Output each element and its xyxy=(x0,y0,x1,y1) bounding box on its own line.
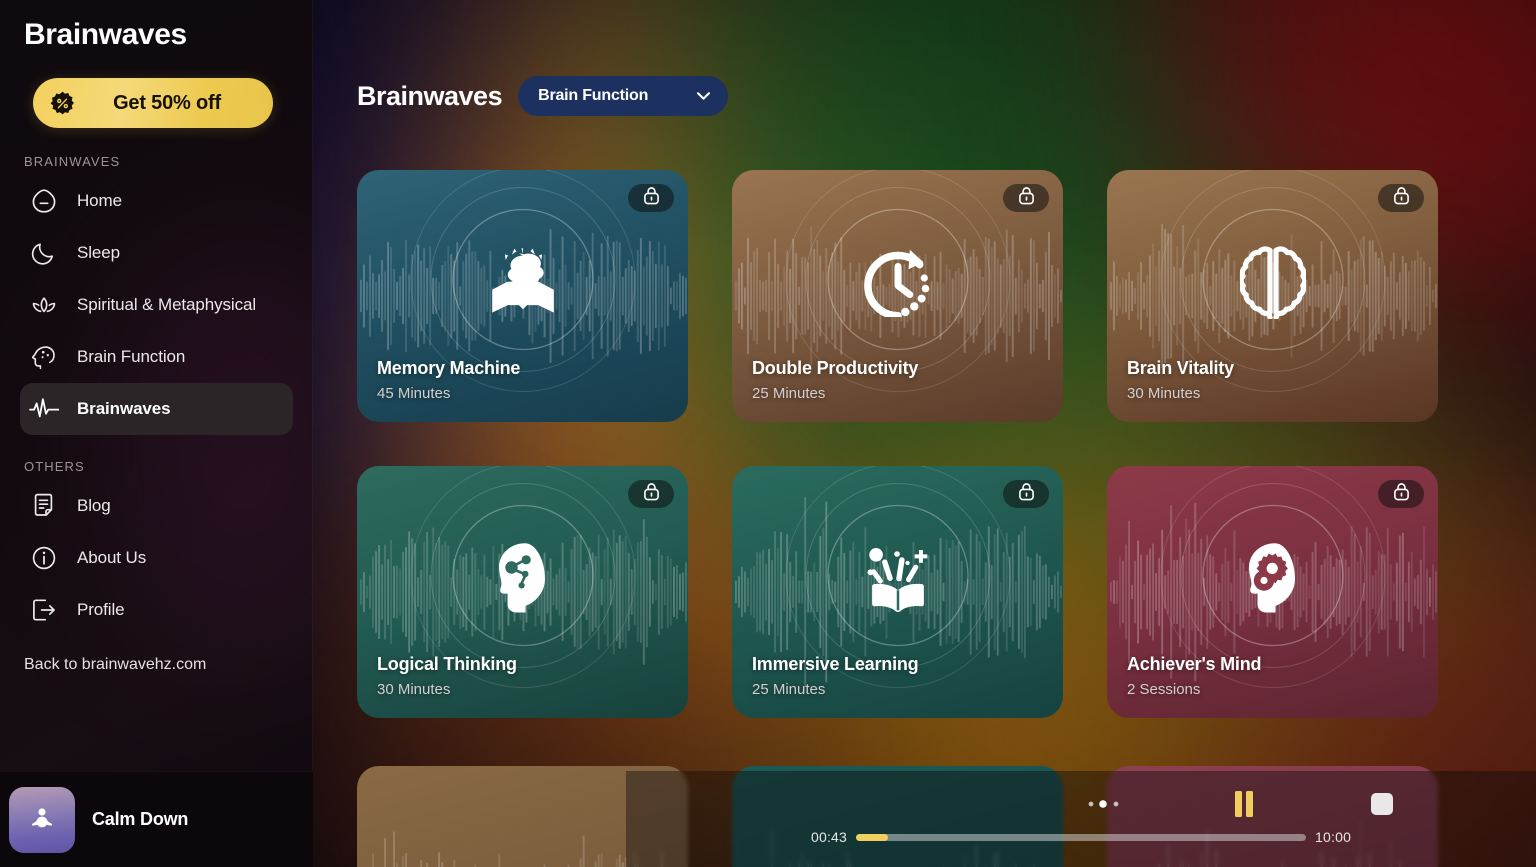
card-meta: Logical Thinking 30 Minutes xyxy=(377,654,517,698)
session-card[interactable]: Immersive Learning 25 Minutes xyxy=(732,466,1063,718)
card-subtitle: 30 Minutes xyxy=(377,681,451,698)
sidebar-item-profile[interactable]: Profile xyxy=(20,584,293,636)
promo-button[interactable]: Get 50% off xyxy=(33,78,273,128)
sidebar-item-label: Profile xyxy=(77,600,125,619)
lock-badge[interactable] xyxy=(628,184,674,212)
player-bar: 00:43 10:00 xyxy=(626,771,1536,867)
session-card-grid: Memory Machine 45 Minutes Double Productiv… xyxy=(357,170,1438,718)
session-card[interactable]: Double Productivity 25 Minutes xyxy=(732,170,1063,422)
head-gears-icon xyxy=(1236,541,1310,615)
clock-arrow-icon xyxy=(861,245,935,319)
more-dots-icon[interactable] xyxy=(1082,792,1126,816)
brain-icon xyxy=(1236,245,1310,319)
meditating-person-icon xyxy=(31,807,53,827)
card-subtitle: 45 Minutes xyxy=(377,385,451,402)
player-progress-row: 00:43 10:00 xyxy=(811,829,1351,845)
app-root: Brainwaves Brain Function Memory Machine… xyxy=(0,0,1536,867)
current-time-label: 00:43 xyxy=(811,829,848,845)
sidebar: Brainwaves Get 50% off BRAINWAVES Home Sl… xyxy=(0,0,313,867)
lock-badge[interactable] xyxy=(1378,480,1424,508)
lock-badge[interactable] xyxy=(1003,184,1049,212)
sidebar-item-label: About Us xyxy=(77,548,147,567)
card-title: Brain Vitality xyxy=(1127,358,1234,378)
percent-badge-icon xyxy=(49,90,75,116)
now-playing-thumbnail xyxy=(9,786,75,853)
now-playing-title: Calm Down xyxy=(92,809,189,829)
card-subtitle: 25 Minutes xyxy=(752,681,826,698)
card-meta: Double Productivity 25 Minutes xyxy=(752,358,918,402)
session-card[interactable]: Brain Vitality 30 Minutes xyxy=(1107,170,1438,422)
lock-icon xyxy=(1018,482,1035,506)
card-meta: Immersive Learning 25 Minutes xyxy=(752,654,919,698)
sidebar-item-about-us[interactable]: About Us xyxy=(20,532,293,584)
sidebar-item-spiritual-metaphysical[interactable]: Spiritual & Metaphysical xyxy=(20,279,293,331)
sidebar-item-label: Blog xyxy=(77,496,111,515)
card-title: Achiever's Mind xyxy=(1127,654,1262,674)
lock-icon xyxy=(643,186,660,210)
session-card[interactable]: Logical Thinking 30 Minutes xyxy=(357,466,688,718)
card-subtitle: 2 Sessions xyxy=(1127,681,1201,698)
sidebar-item-label: Spiritual & Metaphysical xyxy=(77,295,257,314)
card-subtitle: 30 Minutes xyxy=(1127,385,1201,402)
card-title: Double Productivity xyxy=(752,358,919,378)
sidebar-section-others: OTHERS xyxy=(24,459,85,474)
home-icon xyxy=(29,186,59,216)
card-meta: Brain Vitality 30 Minutes xyxy=(1127,358,1234,402)
promo-label: Get 50% off xyxy=(113,91,221,114)
card-title: Logical Thinking xyxy=(377,654,517,674)
lock-badge[interactable] xyxy=(1003,480,1049,508)
session-card[interactable]: Memory Machine 45 Minutes xyxy=(357,170,688,422)
sidebar-item-home[interactable]: Home xyxy=(20,175,293,227)
card-title: Memory Machine xyxy=(377,358,521,378)
chevron-down-icon xyxy=(696,89,710,103)
info-circle-icon xyxy=(29,543,59,573)
sidebar-item-label: Brain Function xyxy=(77,347,186,366)
document-icon xyxy=(29,491,59,521)
main-content: Brainwaves Brain Function Memory Machine… xyxy=(313,0,1536,867)
app-brand: Brainwaves xyxy=(24,18,187,51)
lock-icon xyxy=(1018,186,1035,210)
head-brain-icon xyxy=(29,342,59,372)
now-playing-strip[interactable]: Calm Down xyxy=(0,771,313,867)
sidebar-item-label: Brainwaves xyxy=(77,399,171,418)
open-book-spark-icon xyxy=(861,541,935,615)
sidebar-others-list: Blog About Us Profile xyxy=(0,480,313,636)
card-title: Immersive Learning xyxy=(752,654,919,674)
stop-button[interactable] xyxy=(1370,792,1394,816)
sidebar-item-label: Home xyxy=(77,191,122,210)
progress-slider[interactable] xyxy=(856,833,1307,841)
back-to-site-link[interactable]: Back to brainwavehz.com xyxy=(0,636,313,674)
lock-icon xyxy=(1393,186,1410,210)
category-filter-value: Brain Function xyxy=(538,87,649,104)
lock-icon xyxy=(643,482,660,506)
sidebar-item-sleep[interactable]: Sleep xyxy=(20,227,293,279)
lotus-icon xyxy=(29,290,59,320)
waveform-icon xyxy=(29,394,59,424)
content-header: Brainwaves Brain Function xyxy=(313,0,1536,116)
pause-button[interactable] xyxy=(1226,791,1262,817)
card-subtitle: 25 Minutes xyxy=(752,385,826,402)
session-card[interactable]: Achiever's Mind 2 Sessions xyxy=(1107,466,1438,718)
sidebar-item-label: Sleep xyxy=(77,243,120,262)
card-meta: Memory Machine 45 Minutes xyxy=(377,358,520,402)
sidebar-item-blog[interactable]: Blog xyxy=(20,480,293,532)
head-network-icon xyxy=(486,541,560,615)
player-controls xyxy=(626,791,1536,817)
sidebar-nav-list: Home Sleep Spiritual & Metaphysical Brain F… xyxy=(0,175,313,435)
lock-icon xyxy=(1393,482,1410,506)
brain-book-icon xyxy=(486,245,560,319)
page-title: Brainwaves xyxy=(357,80,503,111)
sidebar-item-brain-function[interactable]: Brain Function xyxy=(20,331,293,383)
sidebar-item-brainwaves[interactable]: Brainwaves xyxy=(20,383,293,435)
moon-icon xyxy=(29,238,59,268)
sidebar-section-brainwaves: BRAINWAVES xyxy=(24,154,121,169)
card-meta: Achiever's Mind 2 Sessions xyxy=(1127,654,1262,698)
logout-arrow-icon xyxy=(29,595,59,625)
total-time-label: 10:00 xyxy=(1315,829,1352,845)
category-filter-dropdown[interactable]: Brain Function xyxy=(518,76,729,116)
progress-fill xyxy=(856,833,888,841)
lock-badge[interactable] xyxy=(628,480,674,508)
lock-badge[interactable] xyxy=(1378,184,1424,212)
